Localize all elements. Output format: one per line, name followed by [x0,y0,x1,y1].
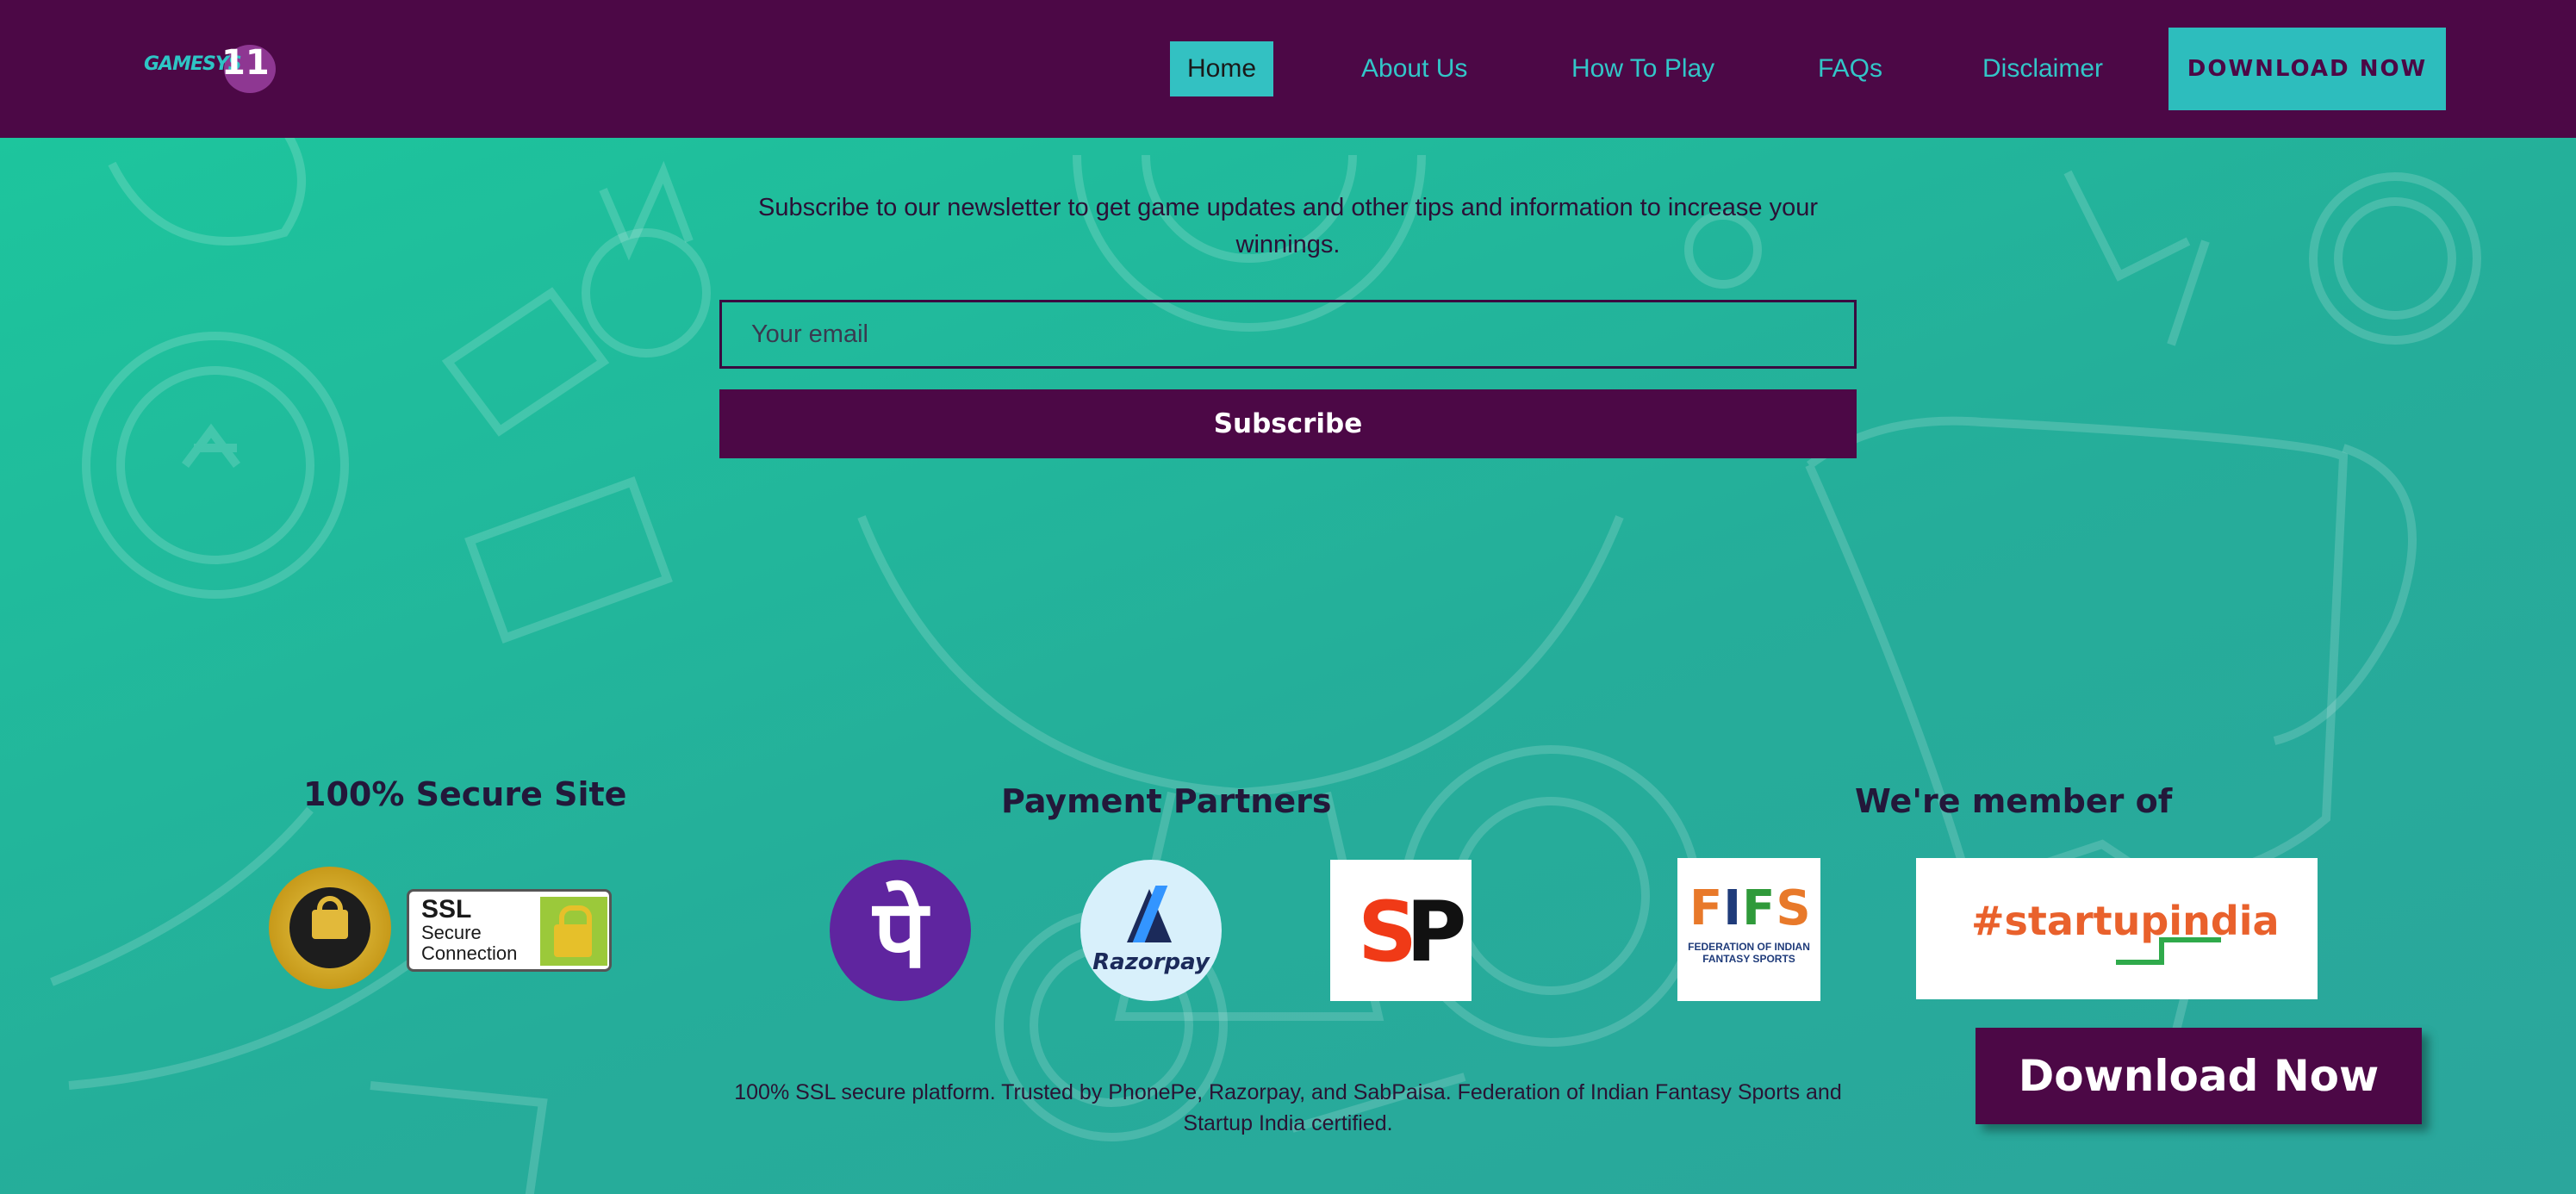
site-header: GAMESYS 11 Home About Us How To Play FAQ… [0,0,2576,138]
nav-home[interactable]: Home [1170,41,1274,96]
member-of-heading: We're member of [1855,782,2173,820]
main-section: Subscribe to our newsletter to get game … [0,138,2576,1194]
ssl-line-2: Secure [421,922,482,943]
fifs-f1: F [1689,880,1724,936]
secure-seal-badge [269,867,391,989]
lock-icon [312,910,348,939]
nav-how-to-play[interactable]: How To Play [1571,41,1714,96]
download-now-button[interactable]: DOWNLOAD NOW [2168,28,2446,110]
fifs-s: S [1776,880,1812,936]
padlock-icon [540,897,607,966]
nav-faqs[interactable]: FAQs [1818,41,1882,96]
ssl-line-1: SSL [421,895,472,923]
razorpay-label: Razorpay [1092,949,1210,975]
email-input[interactable] [719,300,1857,369]
startup-india-logo: #startupindia [1916,858,2318,999]
footer-certification-text: 100% SSL secure platform. Trusted by Pho… [734,1080,1842,1135]
payment-partners-heading: Payment Partners [1001,782,1332,820]
ssl-text: SSL Secure Connection [421,897,517,964]
nav-disclaimer[interactable]: Disclaimer [1982,41,2103,96]
fifs-subtitle: FEDERATION OF INDIAN FANTASY SPORTS [1688,941,1810,965]
ssl-secure-badge: SSL Secure Connection [407,889,612,972]
startup-india-text: #startupindia [1971,898,2280,944]
download-now-bottom-button[interactable]: Download Now [1976,1028,2422,1124]
startup-arrow-top [2161,937,2221,963]
subscribe-button[interactable]: Subscribe [719,389,1857,458]
fifs-letters: FIFS [1689,880,1812,936]
fifs-i: I [1723,880,1743,936]
fifs-f2: F [1742,880,1776,936]
sabpaisa-letter-p: P [1406,884,1467,980]
newsletter-description: Subscribe to our newsletter to get game … [758,194,1818,258]
startup-arrow-bottom [2116,960,2164,965]
nav-about-us[interactable]: About Us [1361,41,1467,96]
phonepe-logo: पे [830,860,971,1001]
secure-site-heading: 100% Secure Site [303,775,627,813]
logo-number: 11 [221,43,270,83]
ssl-line-3: Connection [421,942,518,964]
razorpay-logo: Razorpay [1080,860,1222,1001]
brand-logo[interactable]: GAMESYS 11 [142,40,276,100]
fifs-logo: FIFS FEDERATION OF INDIAN FANTASY SPORTS [1677,858,1820,1001]
sabpaisa-logo: S P [1330,860,1472,1001]
